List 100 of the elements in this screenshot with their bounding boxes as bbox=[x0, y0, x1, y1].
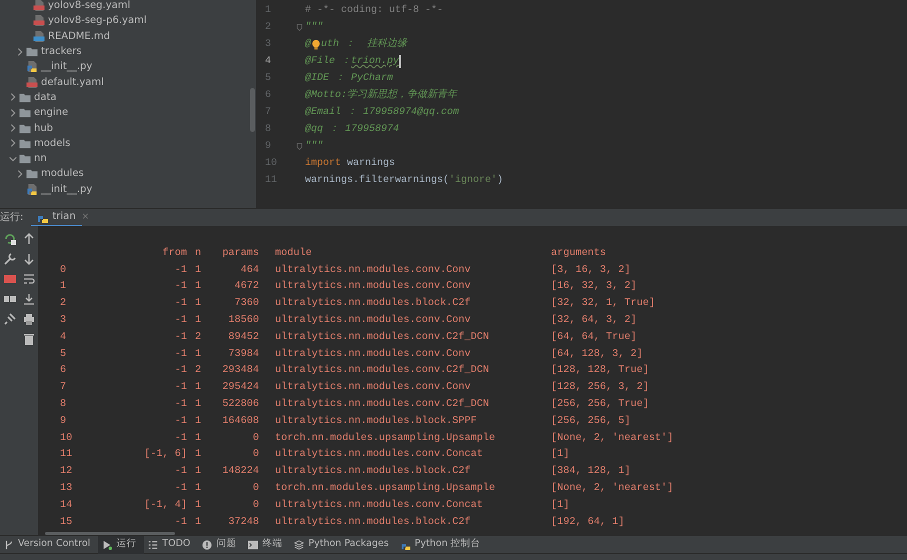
console-text: -1 bbox=[174, 314, 187, 328]
code-editor[interactable] bbox=[257, 0, 907, 208]
console-text: -1 bbox=[174, 432, 187, 446]
yaml-file-icon bbox=[26, 76, 38, 88]
code-text: @File ： bbox=[305, 54, 352, 69]
tool-window-button[interactable]: Version Control bbox=[0, 536, 98, 554]
list-icon bbox=[148, 540, 158, 550]
console-text: 1 bbox=[194, 381, 202, 396]
console-text: 2 bbox=[194, 330, 202, 345]
console-text: 1 bbox=[194, 348, 202, 362]
console-text: 1 bbox=[194, 432, 202, 446]
console-text: ultralytics.nn.modules.block.SPPF bbox=[275, 414, 478, 429]
console-text: 4 bbox=[60, 330, 68, 345]
line-number: 10 bbox=[265, 157, 278, 171]
tool-window-button[interactable]: 运行 bbox=[98, 536, 144, 554]
console-text: 9 bbox=[60, 414, 68, 429]
tool-window-button[interactable]: Python 控制台 bbox=[396, 536, 489, 554]
tree-item[interactable]: yolov8-seg-p6.yaml bbox=[0, 13, 256, 29]
column-header: n bbox=[194, 246, 202, 261]
console-text: -1 bbox=[174, 414, 187, 429]
scrollbar[interactable] bbox=[250, 88, 255, 132]
console-text: 1 bbox=[194, 297, 202, 312]
python-file-icon bbox=[26, 61, 38, 72]
console-text: 11 bbox=[60, 448, 74, 462]
console-text: ultralytics.nn.modules.conv.C2f_DCN bbox=[275, 364, 490, 378]
fold-marker-icon bbox=[295, 142, 304, 151]
terminal-icon bbox=[248, 540, 258, 550]
tree-item[interactable]: data bbox=[0, 90, 256, 106]
markdown-file-icon bbox=[33, 30, 45, 42]
tree-item[interactable]: __init__.py bbox=[0, 59, 256, 74]
console-text: 295424 bbox=[221, 381, 259, 396]
tree-item[interactable]: hub bbox=[0, 120, 256, 136]
console-text: 1 bbox=[60, 280, 68, 294]
console-text: [384, 128, 1] bbox=[551, 464, 632, 480]
code-text: @qq ： 179958974 bbox=[305, 122, 400, 137]
console-text: 0 bbox=[252, 498, 259, 513]
code-text: @ bbox=[305, 38, 312, 52]
code-text: ) bbox=[497, 174, 504, 188]
console-text: 7 bbox=[60, 381, 68, 396]
code-text: warnings.filterwarnings( bbox=[305, 174, 450, 188]
console-text: 293484 bbox=[221, 364, 259, 378]
console-text: ultralytics.nn.modules.conv.Conv bbox=[275, 380, 472, 396]
column-header: params bbox=[221, 246, 259, 261]
folder-icon bbox=[26, 46, 38, 58]
tree-item[interactable]: trackers bbox=[0, 44, 256, 60]
console-text: 0 bbox=[252, 432, 259, 446]
console-text: 10 bbox=[60, 432, 74, 446]
tool-window-button[interactable]: Python Packages bbox=[290, 536, 397, 554]
console-text: ultralytics.nn.modules.conv.Conv bbox=[275, 280, 472, 294]
folder-icon bbox=[19, 107, 31, 118]
line-number: 11 bbox=[265, 174, 278, 188]
column-header: from bbox=[162, 246, 187, 261]
console-text: 5 bbox=[60, 348, 68, 362]
info-icon bbox=[202, 540, 212, 550]
console-text: 13 bbox=[60, 482, 74, 496]
tree-item[interactable]: modules bbox=[0, 166, 256, 182]
tree-item[interactable]: default.yaml bbox=[0, 74, 256, 90]
console-text: 8 bbox=[60, 398, 68, 412]
console-text: torch.nn.modules.upsampling.Upsample bbox=[275, 432, 496, 446]
console-text: 2 bbox=[194, 364, 202, 378]
console-text: 1 bbox=[194, 482, 202, 496]
console-text: -1 bbox=[174, 516, 187, 530]
yaml-file-icon bbox=[33, 0, 45, 12]
scroll-to-end-icon bbox=[22, 293, 34, 305]
folder-icon bbox=[19, 122, 31, 134]
console-text: ultralytics.nn.modules.conv.Conv bbox=[275, 348, 472, 362]
line-number: 9 bbox=[265, 140, 272, 154]
console-text: [64, 64, True] bbox=[551, 330, 638, 345]
console-text: [64, 128, 3, 2] bbox=[551, 348, 644, 362]
tree-item[interactable]: yolov8-seg.yaml bbox=[0, 0, 256, 14]
column-header: arguments bbox=[551, 246, 608, 261]
tree-item[interactable]: models bbox=[0, 136, 256, 151]
console-text: 6 bbox=[60, 364, 68, 378]
console-text: 1 bbox=[194, 398, 202, 412]
line-number: 4 bbox=[265, 55, 272, 69]
tool-window-button[interactable]: 终端 bbox=[244, 536, 290, 554]
tool-window-button[interactable]: TODO bbox=[144, 536, 198, 554]
stop-icon bbox=[4, 273, 16, 285]
tree-item[interactable]: engine bbox=[0, 105, 256, 120]
scrollbar[interactable] bbox=[45, 532, 175, 535]
trash-icon bbox=[22, 333, 34, 345]
misspelled-text: trion.py bbox=[351, 54, 400, 69]
code-text: warnings bbox=[346, 156, 396, 171]
console-text: [3, 16, 3, 2] bbox=[551, 264, 632, 278]
console-text: 164608 bbox=[221, 414, 259, 429]
tree-item[interactable]: README.md bbox=[0, 28, 256, 44]
fold-marker-icon bbox=[295, 23, 304, 32]
tree-item[interactable]: __init__.py bbox=[0, 182, 256, 197]
console-text: [16, 32, 3, 2] bbox=[551, 280, 638, 294]
python-file-icon bbox=[26, 184, 38, 195]
rerun-icon bbox=[4, 233, 16, 245]
lightbulb-icon bbox=[311, 39, 322, 50]
tool-window-button[interactable]: 问题 bbox=[198, 536, 244, 554]
console-text: [32, 64, 3, 2] bbox=[551, 314, 638, 328]
tree-item[interactable]: nn bbox=[0, 150, 256, 166]
console-text: [-1, 4] bbox=[143, 498, 187, 513]
line-number: 2 bbox=[265, 21, 272, 35]
console-text: ultralytics.nn.modules.conv.Concat bbox=[275, 498, 484, 513]
console-text: 522806 bbox=[221, 398, 259, 412]
console-text: ultralytics.nn.modules.conv.C2f_DCN bbox=[275, 330, 490, 345]
